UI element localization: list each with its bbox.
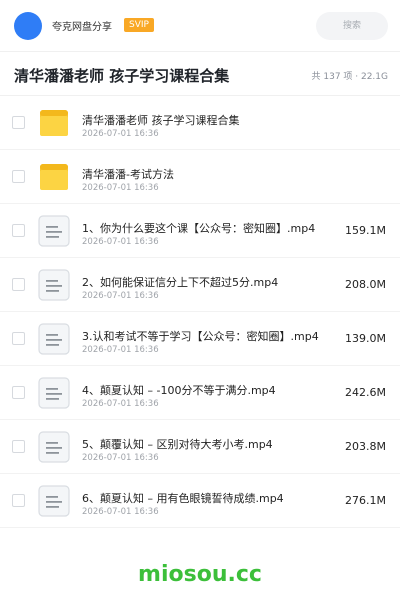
search-input[interactable]	[316, 12, 388, 40]
folder-row[interactable]: 清华潘潘-考试方法 2026-07-01 16:36	[0, 150, 400, 204]
row-checkbox[interactable]	[12, 440, 25, 453]
file-name: 4、颠夏认知 – -100分不等于满分.mp4	[82, 384, 276, 397]
file-date: 2026-07-01 16:36	[82, 507, 159, 517]
watermark-text: miosou.cc	[138, 562, 262, 587]
row-checkbox[interactable]	[12, 386, 25, 399]
title-row: 清华潘潘老师 孩子学习课程合集 共 137 项 · 22.1G	[0, 52, 400, 96]
row-checkbox[interactable]	[12, 224, 25, 237]
file-row[interactable]: 6、颠夏认知 – 用有色眼镜誓待成绩.mp4 2026-07-01 16:36 27…	[0, 474, 400, 528]
document-icon	[38, 269, 70, 301]
avatar[interactable]	[14, 12, 42, 40]
file-row[interactable]: 5、颠覆认知 – 区别对待大考小考.mp4 2026-07-01 16:36 203…	[0, 420, 400, 474]
row-checkbox[interactable]	[12, 116, 25, 129]
row-checkbox[interactable]	[12, 332, 25, 345]
row-checkbox[interactable]	[12, 278, 25, 291]
file-size: 139.0M	[345, 332, 386, 345]
file-list: 清华潘潘老师 孩子学习课程合集 2026-07-01 16:36 清华潘潘-考试方法…	[0, 96, 400, 528]
file-size: 208.0M	[345, 278, 386, 291]
folder-icon	[38, 161, 70, 193]
file-date: 2026-07-01 16:36	[82, 345, 159, 355]
item-summary: 共 137 项 · 22.1G	[311, 72, 389, 82]
file-size: 242.6M	[345, 386, 386, 399]
file-date: 2026-07-01 16:36	[82, 291, 159, 301]
page-title: 清华潘潘老师 孩子学习课程合集	[14, 67, 230, 85]
file-name: 5、颠覆认知 – 区别对待大考小考.mp4	[82, 438, 273, 451]
file-row[interactable]: 1、你为什么要这个课【公众号：密知圈】.mp4 2026-07-01 16:36 1…	[0, 204, 400, 258]
document-icon	[38, 323, 70, 355]
document-icon	[38, 485, 70, 517]
row-checkbox[interactable]	[12, 494, 25, 507]
file-date: 2026-07-01 16:36	[82, 183, 159, 193]
svip-badge: SVIP	[124, 18, 154, 32]
sharer-name: 夸克网盘分享	[52, 22, 112, 33]
file-name: 1、你为什么要这个课【公众号：密知圈】.mp4	[82, 222, 316, 235]
file-date: 2026-07-01 16:36	[82, 399, 159, 409]
file-row[interactable]: 3.认和考试不等于学习【公众号：密知圈】.mp4 2026-07-01 16:36…	[0, 312, 400, 366]
file-size: 159.1M	[345, 224, 386, 237]
file-name: 6、颠夏认知 – 用有色眼镜誓待成绩.mp4	[82, 492, 284, 505]
file-name: 2、如何能保证信分上下不超过5分.mp4	[82, 276, 279, 289]
file-row[interactable]: 4、颠夏认知 – -100分不等于满分.mp4 2026-07-01 16:36 2…	[0, 366, 400, 420]
document-icon	[38, 215, 70, 247]
folder-row[interactable]: 清华潘潘老师 孩子学习课程合集 2026-07-01 16:36	[0, 96, 400, 150]
document-icon	[38, 431, 70, 463]
file-name: 清华潘潘老师 孩子学习课程合集	[82, 114, 240, 127]
file-date: 2026-07-01 16:36	[82, 237, 159, 247]
header-bar: 夸克网盘分享 SVIP	[0, 0, 400, 52]
file-name: 3.认和考试不等于学习【公众号：密知圈】.mp4	[82, 330, 319, 343]
file-row[interactable]: 2、如何能保证信分上下不超过5分.mp4 2026-07-01 16:36 208.…	[0, 258, 400, 312]
folder-icon	[38, 107, 70, 139]
document-icon	[38, 377, 70, 409]
file-name: 清华潘潘-考试方法	[82, 168, 174, 181]
row-checkbox[interactable]	[12, 170, 25, 183]
file-size: 276.1M	[345, 494, 386, 507]
file-date: 2026-07-01 16:36	[82, 453, 159, 463]
file-date: 2026-07-01 16:36	[82, 129, 159, 139]
file-size: 203.8M	[345, 440, 386, 453]
